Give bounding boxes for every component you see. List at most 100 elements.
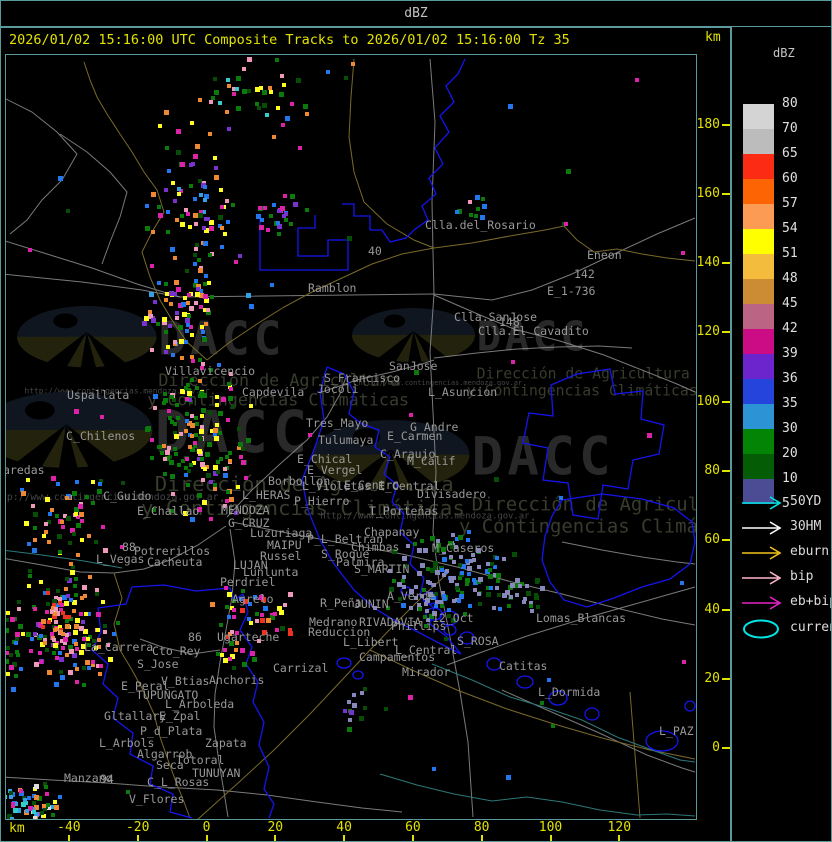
dbz-scale-value: 35 [782, 396, 798, 411]
map-place-label: 86 [188, 630, 202, 644]
map-place-label: V_Flores [129, 792, 184, 806]
dbz-scale-value: 60 [782, 171, 798, 186]
bottom-axis-tick-label: 0 [202, 820, 211, 835]
right-axis-tick-label: 20 [704, 670, 720, 686]
legend-label: 30HM [790, 519, 822, 534]
map-place-label: C_Chilenos [66, 429, 135, 443]
legend-label: current [790, 620, 831, 635]
bottom-axis-tick-label: -40 [57, 820, 81, 835]
window-title: dBZ [404, 6, 428, 21]
bottom-axis-tick-label: 80 [473, 820, 490, 835]
window-title-bar: dBZ [1, 1, 831, 28]
map-place-label: Catitas [499, 659, 547, 673]
map-place-label: C_Guido [103, 489, 152, 503]
map-place-label: Agrelo [232, 592, 274, 606]
scale-legend-panel: dBZ 80 70 65 60 57 54 51 48 45 42 39 36 35 30 20 10 5 50… [730, 27, 831, 841]
right-axis-tick [722, 539, 730, 542]
right-axis-tick-label: 140 [696, 255, 720, 271]
right-axis-tick-label: 160 [696, 185, 720, 201]
legend-item-30HM: 30HM [740, 518, 821, 538]
map-place-label: L_Dormida [538, 685, 600, 699]
dbz-swatch [743, 229, 774, 254]
bottom-axis-tick [549, 835, 552, 841]
map-place-label: La_Carrera [84, 640, 153, 654]
right-axis-tick-label: 0 [712, 740, 720, 756]
map-place-label: T_Porteñas [369, 504, 438, 518]
map-place-label: Zapata [205, 736, 247, 750]
right-axis-tick [722, 677, 730, 680]
map-place-label: Perdriel [220, 575, 275, 589]
right-axis-tick [722, 608, 730, 611]
map-place-label: MENDOZA [221, 503, 270, 517]
map-place-label: Tres_Mayo [306, 416, 368, 430]
dbz-swatch [743, 179, 774, 204]
map-place-label: Clla.El_Cavadito [478, 324, 589, 338]
bottom-axis-tick [67, 835, 70, 841]
map-place-label: JUNIN [354, 597, 389, 611]
bottom-axis-tick [205, 835, 208, 841]
right-axis-tick [722, 331, 730, 334]
map-place-label: Mirador [402, 665, 451, 679]
dbz-scale-value: 20 [782, 446, 798, 461]
map-place-label: M_Caseros [432, 541, 494, 555]
bottom-axis-tick [411, 835, 414, 841]
dbz-swatch [743, 154, 774, 179]
dbz-swatch [743, 104, 774, 129]
map-place-label: 88 [122, 540, 136, 554]
map-place-label: 40 [368, 244, 382, 258]
radar-map: DACCDirección de Agriculturay Contingenc… [1, 55, 755, 827]
scale-title: dBZ [773, 46, 795, 60]
right-axis-unit-label: km [705, 30, 721, 45]
track-arrow-icon [742, 571, 782, 585]
track-arrow-icon [742, 496, 782, 510]
map-place-label: 148 [499, 315, 520, 329]
map-place-label: Tulumaya [318, 433, 373, 447]
right-axis-tick-label: 180 [696, 116, 720, 132]
right-axis-tick [722, 123, 730, 126]
map-place-label: Campamentos [359, 650, 435, 664]
map-place-label: L_PAZ [659, 724, 694, 738]
map-place-label: Chapanay [364, 525, 419, 539]
legend-item-50YD: 50YD [740, 493, 821, 513]
right-axis-tick [722, 747, 730, 750]
dbz-scale-value: 36 [782, 371, 798, 386]
dbz-swatch [743, 454, 774, 479]
right-axis-tick [722, 262, 730, 265]
dbz-scale-value: 54 [782, 221, 798, 236]
track-arrow-icon [742, 596, 782, 610]
bottom-distance-axis: km -40 -20 0 20 40 60 80 100 120 [1, 819, 730, 841]
legend-label: 50YD [790, 494, 822, 509]
map-place-label: A_Verde [387, 589, 436, 603]
map-place-label: Ugarteche [217, 630, 279, 644]
dbz-scale-value: 70 [782, 121, 798, 136]
legend-item-bip: bip [740, 568, 813, 588]
dbz-swatch [743, 404, 774, 429]
right-axis-tick-label: 100 [696, 393, 720, 409]
right-axis-tick [722, 470, 730, 472]
map-place-label: Jocoli [317, 382, 359, 396]
map-place-label: E_Challao [137, 504, 199, 518]
dbz-scale-value: 45 [782, 296, 798, 311]
dbz-swatch [743, 304, 774, 329]
dbz-swatch [743, 204, 774, 229]
dbz-swatch [743, 129, 774, 154]
map-place-label: V_Btias [161, 674, 209, 688]
dbz-scale-value: 30 [782, 421, 798, 436]
dbz-swatch [743, 354, 774, 379]
map-place-label: E_Carmen [387, 429, 442, 443]
map-place-label: L_Asuncion [428, 385, 497, 399]
bottom-axis-tick [618, 835, 621, 841]
map-place-label: M_Calif [407, 454, 455, 468]
dbz-scale-value: 39 [782, 346, 798, 361]
right-distance-axis: 0 20 40 60 80 100 120 140 160 180 [697, 54, 730, 818]
right-axis-tick [722, 192, 730, 195]
map-place-label: Clla.SanJose [454, 310, 537, 324]
map-place-label: S_ROSA [457, 634, 499, 648]
current-cell-icon [743, 619, 779, 639]
dbz-scale-value: 10 [782, 471, 798, 486]
map-place-label: L_HERAS [242, 488, 291, 502]
map-place-label: Clla.del_Rosario [425, 218, 536, 232]
map-place-label: S_Jose [137, 657, 179, 671]
track-arrow-icon [742, 546, 782, 560]
legend-label: bip [790, 569, 814, 584]
